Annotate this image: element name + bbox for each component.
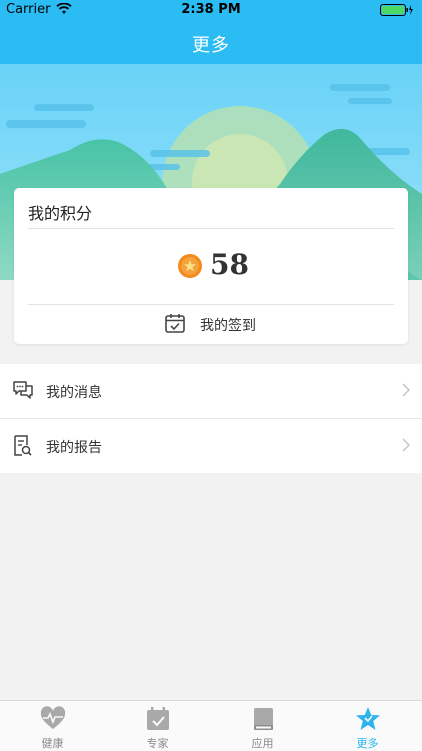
menu-item-reports[interactable]: 我的报告 xyxy=(0,419,422,473)
page-title: 更多 xyxy=(192,35,230,56)
card-divider xyxy=(28,304,394,305)
battery-icon xyxy=(380,4,413,16)
coin-star-icon xyxy=(178,254,202,278)
book-icon xyxy=(254,708,273,730)
checkin-label: 我的签到 xyxy=(200,318,256,334)
star-icon xyxy=(356,707,380,730)
menu-item-label: 我的消息 xyxy=(46,385,102,401)
nav-bar: 更多 xyxy=(0,20,422,64)
tab-experts[interactable]: 专家 xyxy=(105,701,210,751)
heart-pulse-icon xyxy=(40,706,66,729)
chat-bubbles-icon xyxy=(13,381,33,399)
menu-item-label: 我的报告 xyxy=(46,440,102,456)
tab-apps[interactable]: 应用 xyxy=(210,701,315,751)
menu-item-messages[interactable]: 我的消息 xyxy=(0,364,422,419)
report-search-icon xyxy=(14,435,32,456)
points-value: 58 xyxy=(210,248,249,281)
chevron-right-icon xyxy=(402,383,410,397)
menu-list: 我的消息 我的报告 xyxy=(0,364,422,473)
points-card-title: 我的积分 xyxy=(28,204,93,223)
tab-health[interactable]: 健康 xyxy=(0,701,105,751)
card-divider xyxy=(28,228,394,229)
tab-label: 更多 xyxy=(356,737,379,750)
tab-label: 健康 xyxy=(41,737,64,750)
calendar-check-icon xyxy=(165,314,185,333)
tab-label: 专家 xyxy=(146,737,169,750)
tab-bar: 健康 专家 应用 更多 xyxy=(0,700,422,751)
points-card: 我的积分 58 我的签到 xyxy=(14,188,408,344)
tab-more[interactable]: 更多 xyxy=(315,701,420,751)
status-bar: Carrier 2:38 PM xyxy=(0,0,422,20)
tab-label: 应用 xyxy=(251,737,274,750)
calendar-check-icon xyxy=(147,707,169,730)
chevron-right-icon xyxy=(402,438,410,452)
status-time: 2:38 PM xyxy=(181,2,241,17)
